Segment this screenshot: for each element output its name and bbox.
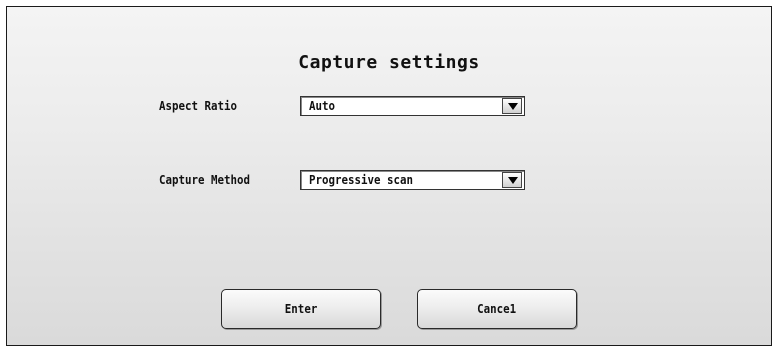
capture-method-select[interactable]: Progressive scan bbox=[300, 170, 525, 190]
enter-button[interactable]: Enter bbox=[221, 289, 381, 329]
aspect-ratio-value: Auto bbox=[309, 99, 336, 113]
chevron-down-icon[interactable] bbox=[502, 98, 522, 114]
cancel-button[interactable]: Cance1 bbox=[417, 289, 577, 329]
dialog-title: Capture settings bbox=[298, 52, 480, 73]
aspect-ratio-label: Aspect Ratio bbox=[159, 99, 238, 113]
capture-method-value: Progressive scan bbox=[309, 173, 414, 187]
enter-button-label: Enter bbox=[284, 302, 318, 316]
capture-method-label: Capture Method bbox=[159, 173, 251, 187]
cancel-button-label: Cance1 bbox=[477, 302, 517, 316]
capture-settings-dialog: Capture settings Aspect Ratio Auto Captu… bbox=[6, 6, 772, 346]
aspect-ratio-select[interactable]: Auto bbox=[300, 96, 525, 116]
chevron-down-icon[interactable] bbox=[502, 172, 522, 188]
